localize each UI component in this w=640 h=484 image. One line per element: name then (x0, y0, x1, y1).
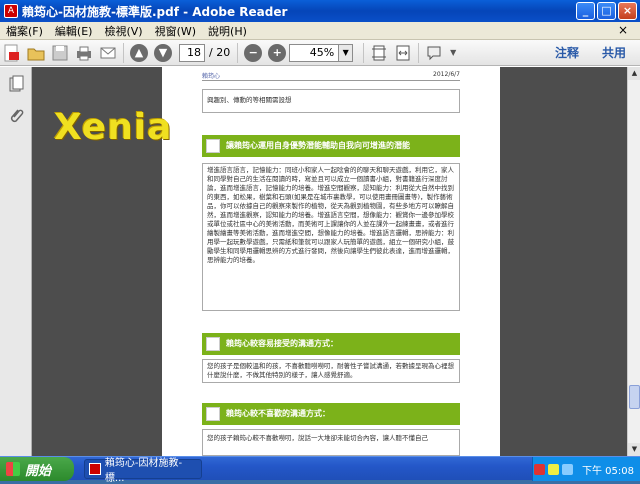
plus-icon: + (268, 43, 287, 62)
menu-view[interactable]: 檢視(V) (98, 23, 148, 39)
menu-bar: 檔案(F) 編輯(E) 檢視(V) 視窗(W) 說明(H) × (0, 22, 640, 40)
open-folder-icon[interactable] (25, 42, 47, 64)
volume-tray-icon[interactable] (562, 463, 573, 475)
vertical-scrollbar[interactable]: ▲ ▼ (627, 67, 640, 456)
window-title: 賴筠心-因材施教-標準版.pdf - Adobe Reader (22, 4, 288, 19)
adobe-reader-task-icon (89, 463, 101, 475)
pages-thumbnail-icon[interactable] (7, 75, 25, 93)
arrow-down-icon: ▼ (154, 43, 172, 62)
intro-text: 興趣別、傳動的等相關需設想 (207, 96, 292, 104)
scroll-up-arrow-icon[interactable]: ▲ (628, 67, 640, 80)
header-name: 賴筠心 (202, 73, 221, 80)
arrow-up-icon: ▲ (130, 43, 148, 62)
main-toolbar: ▲ ▼ 18 / 20 − + 45% ▼ ▼ (0, 40, 640, 66)
print-icon[interactable] (73, 42, 95, 64)
adobe-tray-icon[interactable] (534, 463, 545, 475)
section-header-1: 讓賴筠心運用自身優勢潛能輔助自我向可增進的潛能 (202, 135, 460, 157)
chart-thumbnail-icon (206, 407, 220, 421)
previous-page-button[interactable]: ▲ (128, 42, 150, 64)
document-viewer[interactable]: 賴筠心 2012/6/7 興趣別、傳動的等相關需設想 讓賴筠心運用自身優勢潛能輔… (32, 67, 627, 456)
clock: 下午 05:08 (582, 465, 634, 477)
section-title-2: 賴筠心較容易接受的溝通方式： (226, 339, 338, 348)
menu-window[interactable]: 視窗(W) (149, 23, 202, 39)
section-body-2: 您的孩子是個較溫和的孩，不喜歡聽嘮嘮叨，耐著性子嘗試溝通，若數據呈現為心裡想什麼… (207, 362, 454, 379)
scroll-thumb[interactable] (629, 385, 640, 409)
menu-file[interactable]: 檔案(F) (0, 23, 49, 39)
section-body-3: 您的孩子賴筠心較不喜歡嘮叨，說話一大堆卻未能切合內容，讓人聽不懂自己 (207, 434, 428, 442)
section-body-box-2: 您的孩子是個較溫和的孩，不喜歡聽嘮嘮叨，耐著性子嘗試溝通，若數據呈現為心裡想什麼… (202, 359, 460, 383)
navigation-panel (0, 67, 32, 456)
pdf-page: 賴筠心 2012/6/7 興趣別、傳動的等相關需設想 讓賴筠心運用自身優勢潛能輔… (162, 67, 500, 456)
taskbar: 開始 賴筠心-因材施教-標... 下午 05:08 (0, 456, 640, 484)
fit-page-icon[interactable] (368, 42, 390, 64)
close-button[interactable]: × (618, 2, 637, 20)
security-tray-icon[interactable] (548, 463, 559, 475)
share-panel-button[interactable]: 共用 (602, 44, 626, 61)
section-title-3: 賴筠心較不喜歡的溝通方式： (226, 409, 330, 418)
save-icon[interactable] (49, 42, 71, 64)
toolbar-divider (418, 42, 420, 63)
more-tools-chevron-icon[interactable]: ▼ (447, 42, 459, 64)
section-header-3: 賴筠心較不喜歡的溝通方式： (202, 403, 460, 425)
xenia-watermark: Xenia (54, 107, 173, 148)
attachment-paperclip-icon[interactable] (7, 107, 25, 125)
section-title-1: 讓賴筠心運用自身優勢潛能輔助自我向可增進的潛能 (226, 141, 410, 150)
menu-help[interactable]: 說明(H) (202, 23, 253, 39)
section-body-box-1: 增進語言語言，記憶能力：同班小和家人一起唸會的的聊天和聊天遊戲，利用它，家人和同… (202, 163, 460, 311)
email-icon[interactable] (97, 42, 119, 64)
zoom-dropdown[interactable]: ▼ (339, 43, 354, 62)
reader-window: A 賴筠心-因材施教-標準版.pdf - Adobe Reader _ □ × … (0, 0, 640, 456)
zoom-out-button[interactable]: − (242, 42, 264, 64)
section-header-2: 賴筠心較容易接受的溝通方式： (202, 333, 460, 355)
taskbar-task-reader[interactable]: 賴筠心-因材施教-標... (84, 458, 202, 484)
start-label: 開始 (25, 463, 52, 479)
fit-width-icon[interactable] (392, 42, 414, 64)
document-close-icon[interactable]: × (612, 23, 634, 37)
section-body-1: 增進語言語言，記憶能力：同班小和家人一起唸會的的聊天和聊天遊戲，利用它，家人和同… (207, 166, 454, 264)
toolbar-divider (363, 42, 365, 63)
toolbar-divider (237, 42, 239, 63)
header-date: 2012/6/7 (433, 71, 460, 78)
scroll-down-arrow-icon[interactable]: ▼ (628, 443, 640, 456)
intro-box: 興趣別、傳動的等相關需設想 (202, 89, 460, 113)
comment-tool-icon[interactable] (423, 42, 445, 64)
minimize-button[interactable]: _ (576, 2, 595, 20)
comment-panel-button[interactable]: 注释 (555, 44, 579, 61)
maximize-button[interactable]: □ (597, 2, 616, 20)
adobe-reader-icon: A (4, 4, 18, 18)
system-tray: 下午 05:08 (532, 457, 640, 481)
title-bar: A 賴筠心-因材施教-標準版.pdf - Adobe Reader _ □ × (0, 0, 640, 22)
page-number-input[interactable]: 18 (179, 43, 205, 62)
start-button[interactable]: 開始 (0, 457, 74, 481)
chart-thumbnail-icon (206, 139, 220, 153)
toolbar-divider (123, 42, 124, 63)
windows-logo-icon (6, 462, 20, 476)
next-page-button[interactable]: ▼ (152, 42, 174, 64)
section-body-box-3: 您的孩子賴筠心較不喜歡嘮叨，說話一大堆卻未能切合內容，讓人聽不懂自己 (202, 429, 460, 456)
create-pdf-icon[interactable] (1, 42, 23, 64)
page-total-label: / 20 (209, 46, 231, 59)
minus-icon: − (244, 43, 263, 62)
page-header: 賴筠心 2012/6/7 (202, 71, 460, 81)
zoom-in-button[interactable]: + (266, 42, 288, 64)
menu-edit[interactable]: 編輯(E) (49, 23, 99, 39)
chart-thumbnail-icon (206, 337, 220, 351)
zoom-input[interactable]: 45% (289, 43, 340, 62)
